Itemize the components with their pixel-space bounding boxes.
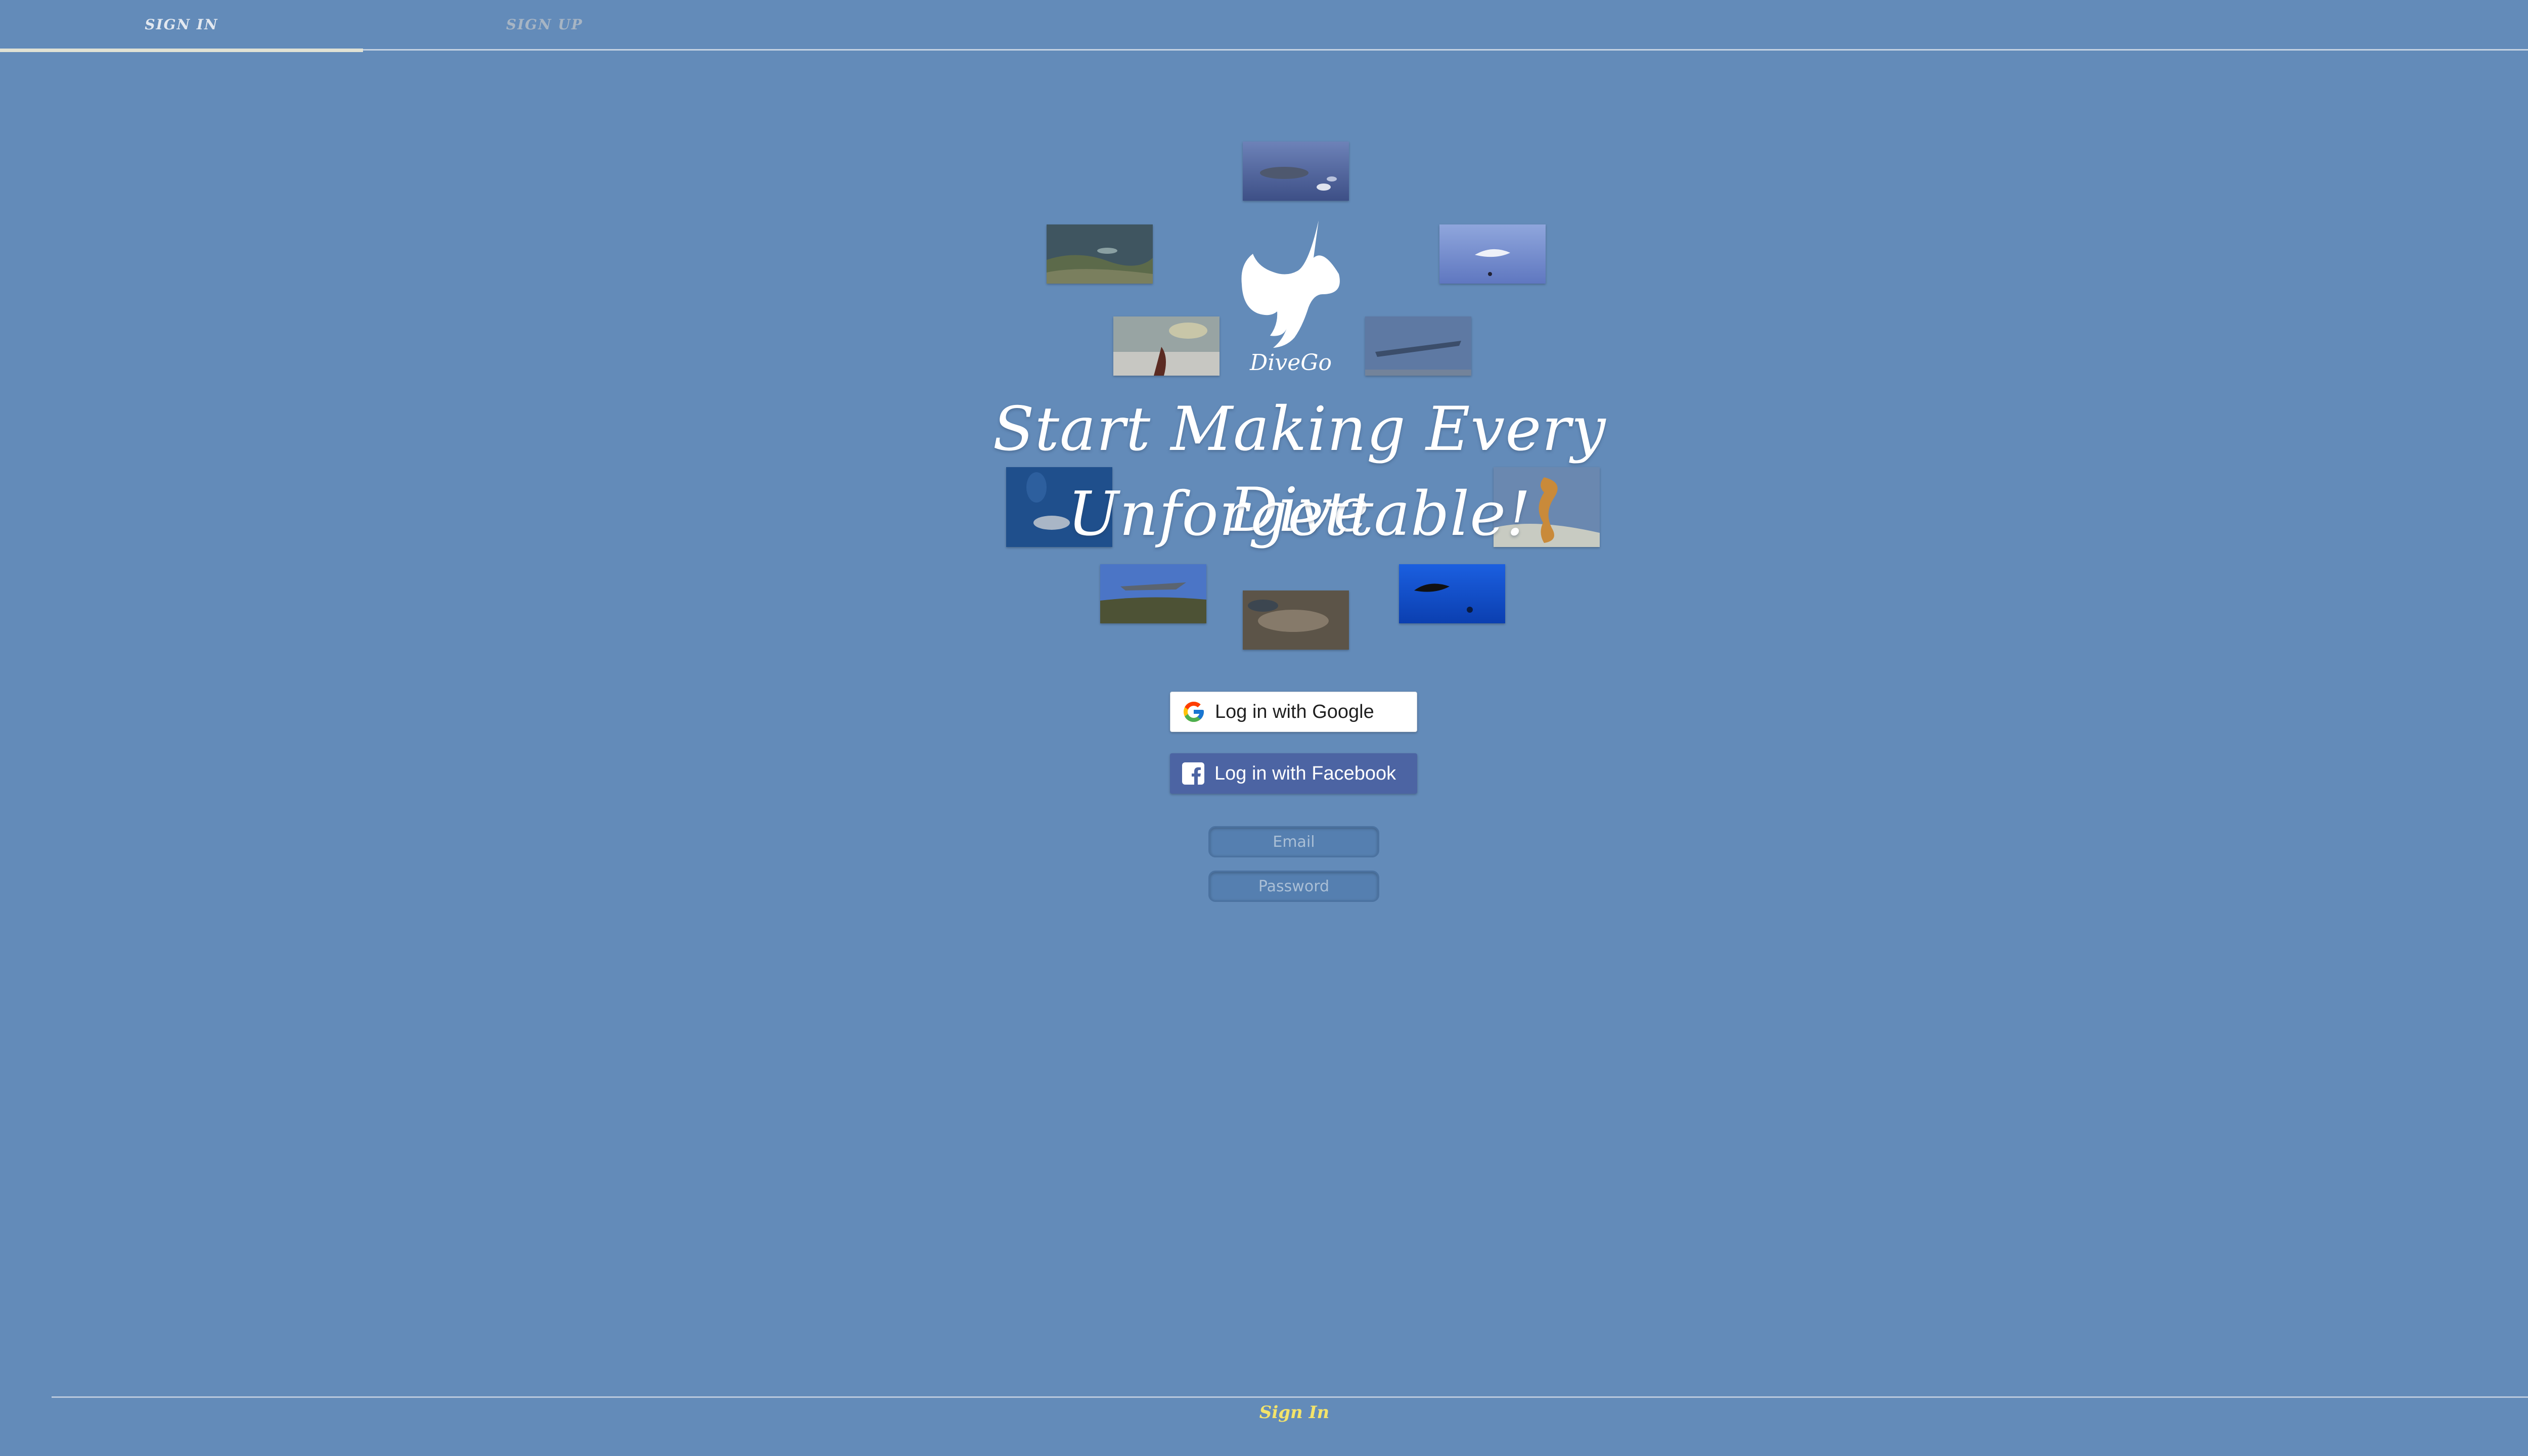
tab-sign-in[interactable]: SIGN IN	[0, 0, 363, 49]
dive-photo-shark	[1100, 564, 1206, 623]
facebook-login-label: Log in with Facebook	[1214, 762, 1396, 784]
google-login-label: Log in with Google	[1215, 701, 1374, 722]
email-field[interactable]	[1208, 826, 1379, 857]
dive-photo-sea-turtle	[1113, 316, 1220, 376]
dive-photo-seafloor	[1243, 590, 1349, 650]
dive-photo-manta-ray	[1439, 224, 1546, 284]
google-icon	[1184, 702, 1204, 722]
password-field[interactable]	[1208, 871, 1379, 902]
auth-tabs: SIGN IN SIGN UP	[0, 0, 2528, 52]
dive-photo-barracuda	[1365, 316, 1471, 376]
footer-divider	[52, 1396, 2528, 1398]
manta-ray-icon	[1241, 220, 1340, 348]
tab-sign-up-label: SIGN UP	[506, 16, 583, 33]
dive-photo-reef-fish	[1047, 224, 1153, 284]
tab-sign-up[interactable]: SIGN UP	[363, 0, 726, 49]
brand-name: DiveGo	[1250, 350, 1332, 376]
headline-line-2: Unforgettable!	[1067, 479, 1531, 550]
dive-photo-dolphins	[1243, 142, 1349, 201]
footer-sign-in-link[interactable]: Sign In	[1244, 1402, 1345, 1423]
google-login-button[interactable]: Log in with Google	[1170, 692, 1417, 732]
tab-sign-in-label: SIGN IN	[145, 16, 218, 33]
facebook-login-button[interactable]: Log in with Facebook	[1170, 753, 1417, 794]
facebook-icon	[1182, 762, 1204, 785]
dive-photo-divers-blue	[1399, 564, 1505, 623]
active-tab-indicator	[0, 49, 363, 52]
